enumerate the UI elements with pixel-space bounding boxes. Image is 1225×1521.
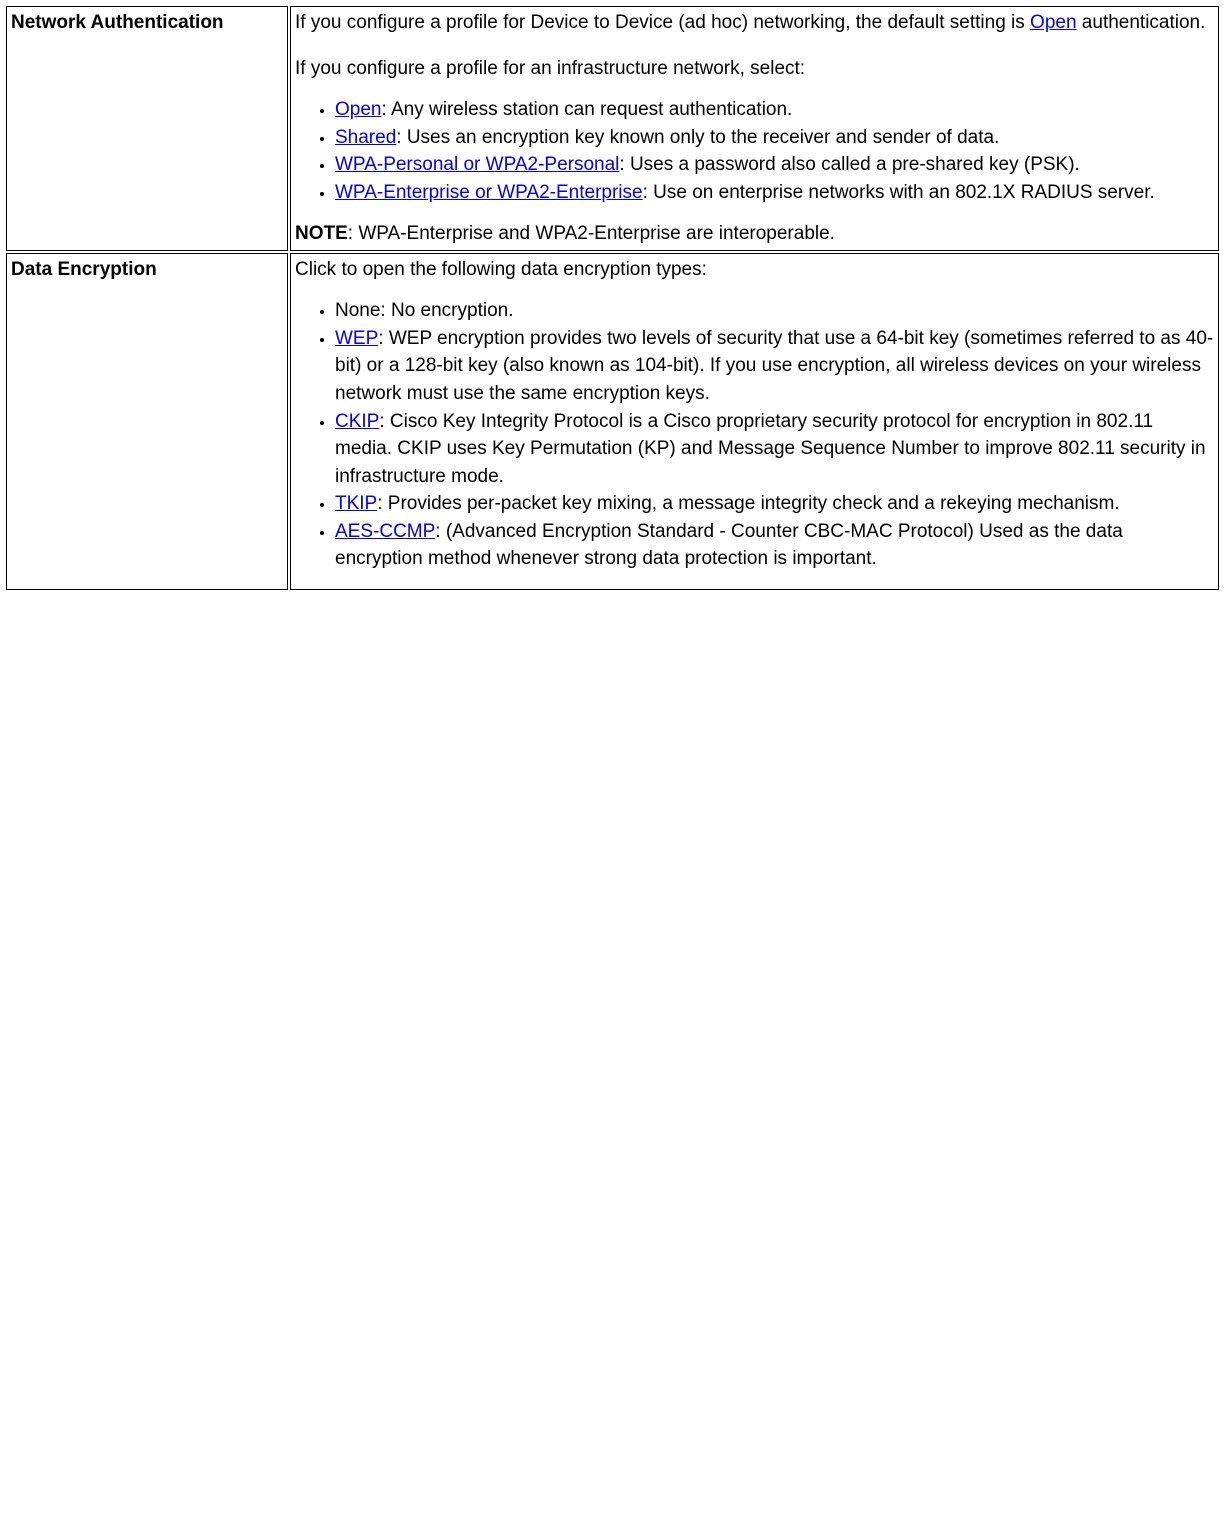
enc-paragraph-1: Click to open the following data encrypt… — [295, 256, 1214, 284]
wpa-personal-link[interactable]: WPA-Personal or WPA2-Personal — [335, 154, 619, 175]
auth-paragraph-1: If you configure a profile for Device to… — [295, 9, 1214, 37]
list-item: Open: Any wireless station can request a… — [335, 96, 1214, 124]
table-row: Data Encryption Click to open the follow… — [6, 253, 1219, 590]
wpa-enterprise-link[interactable]: WPA-Enterprise or WPA2-Enterprise — [335, 182, 643, 203]
list-item: WEP: WEP encryption provides two levels … — [335, 325, 1214, 408]
list-item: TKIP: Provides per-packet key mixing, a … — [335, 490, 1214, 518]
wep-link[interactable]: WEP — [335, 328, 378, 349]
row-value-enc: Click to open the following data encrypt… — [290, 253, 1219, 590]
list-item: WPA-Enterprise or WPA2-Enterprise: Use o… — [335, 179, 1214, 207]
list-item: AES-CCMP: (Advanced Encryption Standard … — [335, 518, 1214, 573]
tkip-link[interactable]: TKIP — [335, 493, 377, 514]
table-row: Network Authentication If you configure … — [6, 6, 1219, 251]
auth-list: Open: Any wireless station can request a… — [295, 96, 1214, 206]
open-link-inline[interactable]: Open — [1030, 12, 1076, 33]
settings-table: Network Authentication If you configure … — [4, 4, 1221, 592]
enc-list: None: No encryption. WEP: WEP encryption… — [295, 297, 1214, 572]
list-item: WPA-Personal or WPA2-Personal: Uses a pa… — [335, 151, 1214, 179]
row-label-auth: Network Authentication — [6, 6, 288, 251]
auth-paragraph-2: If you configure a profile for an infras… — [295, 55, 1214, 83]
row-label-enc: Data Encryption — [6, 253, 288, 590]
shared-link[interactable]: Shared — [335, 127, 396, 148]
open-link[interactable]: Open — [335, 99, 381, 120]
list-item: CKIP: Cisco Key Integrity Protocol is a … — [335, 408, 1214, 491]
list-item: Shared: Uses an encryption key known onl… — [335, 124, 1214, 152]
ckip-link[interactable]: CKIP — [335, 411, 379, 432]
aes-ccmp-link[interactable]: AES-CCMP — [335, 521, 435, 542]
auth-note: NOTE: WPA-Enterprise and WPA2-Enterprise… — [295, 220, 1214, 248]
list-item: None: No encryption. — [335, 297, 1214, 325]
row-value-auth: If you configure a profile for Device to… — [290, 6, 1219, 251]
